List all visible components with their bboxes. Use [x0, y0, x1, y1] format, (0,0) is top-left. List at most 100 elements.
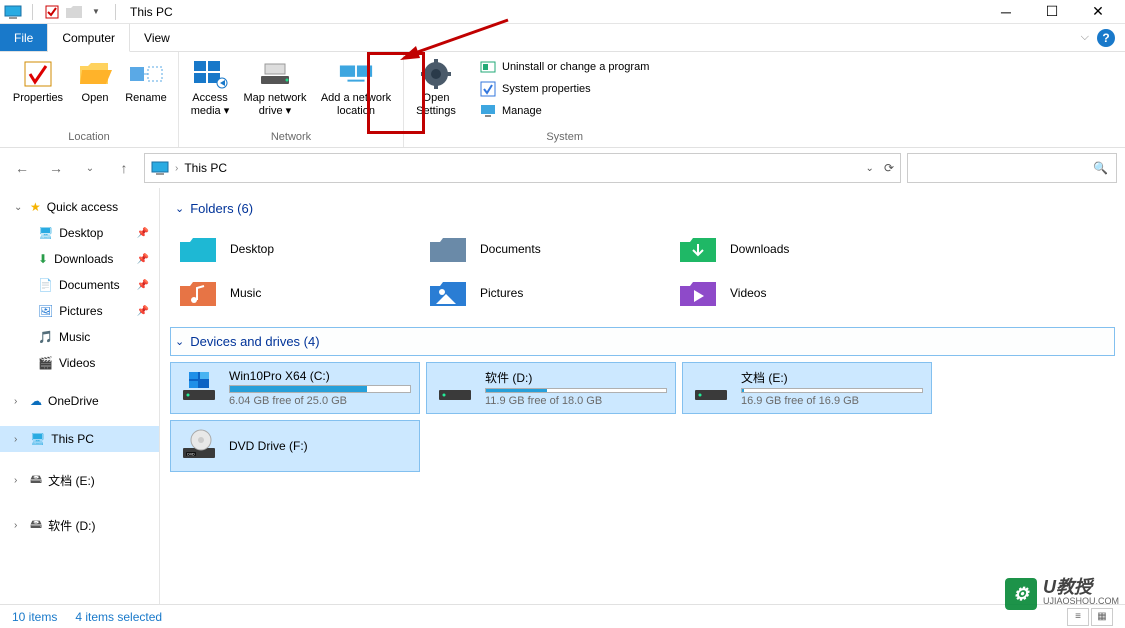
uninstall-icon	[480, 59, 496, 75]
manage-button[interactable]: Manage	[476, 102, 653, 120]
downloads-folder-icon	[678, 233, 718, 265]
view-details-button[interactable]: ≡	[1067, 608, 1089, 626]
rename-button[interactable]: Rename	[122, 56, 170, 107]
recent-dropdown[interactable]: ⌄	[76, 154, 104, 182]
map-drive-button[interactable]: Map network drive ▾	[239, 56, 311, 120]
up-button[interactable]: ↑	[110, 154, 138, 182]
qat-dropdown-icon[interactable]: ▼	[87, 3, 105, 21]
sidebar-onedrive[interactable]: ›☁OneDrive	[0, 388, 159, 414]
sidebar-documents[interactable]: 📄Documents📌	[0, 272, 159, 298]
refresh-icon[interactable]: ⟳	[884, 161, 894, 175]
maximize-button[interactable]: ☐	[1029, 0, 1075, 24]
help-icon[interactable]: ?	[1097, 29, 1115, 47]
back-button[interactable]: ←	[8, 154, 36, 182]
forward-button[interactable]: →	[42, 154, 70, 182]
uninstall-button[interactable]: Uninstall or change a program	[476, 58, 653, 76]
folder-icon[interactable]	[65, 3, 83, 21]
ribbon-tabs: File Computer View ⌵ ?	[0, 24, 1125, 52]
search-icon: 🔍	[1093, 161, 1108, 175]
chevron-right-icon[interactable]: ›	[175, 163, 178, 174]
sidebar-downloads[interactable]: ⬇Downloads📌	[0, 246, 159, 272]
ribbon-group-system: Uninstall or change a program System pro…	[468, 52, 661, 147]
system-properties-button[interactable]: System properties	[476, 80, 653, 98]
pin-icon: 📌	[137, 306, 149, 317]
add-location-button[interactable]: Add a network location	[317, 56, 395, 120]
sidebar-drive-e[interactable]: ›🖴文档 (E:)	[0, 464, 159, 497]
view-icons-button[interactable]: ▦	[1091, 608, 1113, 626]
folder-desktop[interactable]: Desktop	[170, 227, 420, 271]
drive-c-icon	[179, 369, 219, 405]
documents-folder-icon	[428, 233, 468, 265]
drive-e-bar	[741, 388, 923, 393]
ribbon-collapse-icon[interactable]: ⌵	[1081, 31, 1089, 44]
tab-file[interactable]: File	[0, 24, 48, 51]
drive-d-bar	[485, 388, 667, 393]
chevron-right-icon[interactable]: ›	[14, 520, 24, 531]
chevron-right-icon[interactable]: ›	[14, 475, 24, 486]
music-folder-icon	[178, 277, 218, 309]
search-input[interactable]: 🔍	[907, 153, 1117, 183]
sidebar-pictures[interactable]: 🖼Pictures📌	[0, 298, 159, 324]
qat-checkbox-icon[interactable]	[43, 3, 61, 21]
chevron-down-icon: ⌄	[175, 202, 184, 215]
chevron-right-icon[interactable]: ›	[14, 434, 24, 445]
map-drive-icon	[257, 58, 293, 90]
pictures-icon: 🖼	[38, 304, 53, 318]
drive-f[interactable]: DVD DVD Drive (F:)	[170, 420, 420, 472]
sidebar-music[interactable]: 🎵Music	[0, 324, 159, 350]
drive-e-icon	[691, 369, 731, 405]
address-bar[interactable]: › This PC ⌄ ⟳	[144, 153, 901, 183]
window-title: This PC	[130, 5, 173, 19]
ribbon-group-location: Properties Open Rename Location	[0, 52, 179, 147]
chevron-down-icon[interactable]: ⌄	[14, 202, 24, 213]
properties-icon	[20, 58, 56, 90]
watermark: ⚙ U教授 UJIAOSHOU.COM	[1005, 578, 1119, 610]
main-area: ⌄ ★ Quick access 🖥Desktop📌 ⬇Downloads📌 📄…	[0, 188, 1125, 604]
drive-d[interactable]: 软件 (D:) 11.9 GB free of 18.0 GB	[426, 362, 676, 414]
drive-c-bar	[229, 385, 411, 393]
folder-music[interactable]: Music	[170, 271, 420, 315]
drive-d-icon	[435, 369, 475, 405]
ribbon: Properties Open Rename Location	[0, 52, 1125, 148]
address-text: This PC	[184, 161, 227, 175]
sidebar-desktop[interactable]: 🖥Desktop📌	[0, 220, 159, 246]
minimize-button[interactable]: ─	[983, 0, 1029, 24]
status-selected-count: 4 items selected	[75, 610, 162, 624]
desktop-icon: 🖥	[38, 226, 53, 240]
section-folders[interactable]: ⌄ Folders (6)	[170, 194, 1115, 223]
window-controls: ─ ☐ ✕	[983, 0, 1121, 24]
folder-downloads[interactable]: Downloads	[670, 227, 920, 271]
access-media-icon	[192, 58, 228, 90]
sidebar-drive-d[interactable]: ›🖴软件 (D:)	[0, 509, 159, 542]
chevron-right-icon[interactable]: ›	[14, 396, 24, 407]
tab-view[interactable]: View	[130, 24, 184, 51]
drive-icon: 🖴	[30, 515, 42, 536]
pc-icon	[151, 161, 169, 175]
sidebar: ⌄ ★ Quick access 🖥Desktop📌 ⬇Downloads📌 📄…	[0, 188, 160, 604]
close-button[interactable]: ✕	[1075, 0, 1121, 24]
ribbon-open-settings: OpenSettings	[404, 52, 468, 147]
videos-folder-icon	[678, 277, 718, 309]
address-dropdown-icon[interactable]: ⌄	[866, 163, 874, 174]
quick-access-toolbar: ▼	[4, 3, 122, 21]
svg-text:DVD: DVD	[187, 453, 195, 457]
properties-button[interactable]: Properties	[8, 56, 68, 107]
statusbar: 10 items 4 items selected ≡ ▦	[0, 604, 1125, 628]
add-location-icon	[338, 58, 374, 90]
open-settings-button[interactable]: OpenSettings	[412, 56, 460, 120]
folder-pictures[interactable]: Pictures	[420, 271, 670, 315]
section-drives[interactable]: ⌄ Devices and drives (4)	[170, 327, 1115, 356]
sidebar-videos[interactable]: 🎬Videos	[0, 350, 159, 376]
drive-e[interactable]: 文档 (E:) 16.9 GB free of 16.9 GB	[682, 362, 932, 414]
open-button[interactable]: Open	[74, 56, 116, 107]
drive-c[interactable]: Win10Pro X64 (C:) 6.04 GB free of 25.0 G…	[170, 362, 420, 414]
sidebar-quick-access[interactable]: ⌄ ★ Quick access	[0, 194, 159, 220]
sidebar-this-pc[interactable]: ›🖥This PC	[0, 426, 159, 452]
folder-documents[interactable]: Documents	[420, 227, 670, 271]
access-media-button[interactable]: Access media ▾	[187, 56, 233, 120]
pc-icon: 🖥	[30, 432, 45, 446]
folder-videos[interactable]: Videos	[670, 271, 920, 315]
videos-icon: 🎬	[38, 356, 53, 370]
tab-computer[interactable]: Computer	[48, 24, 130, 52]
content-pane: ⌄ Folders (6) Desktop Documents Download…	[160, 188, 1125, 604]
